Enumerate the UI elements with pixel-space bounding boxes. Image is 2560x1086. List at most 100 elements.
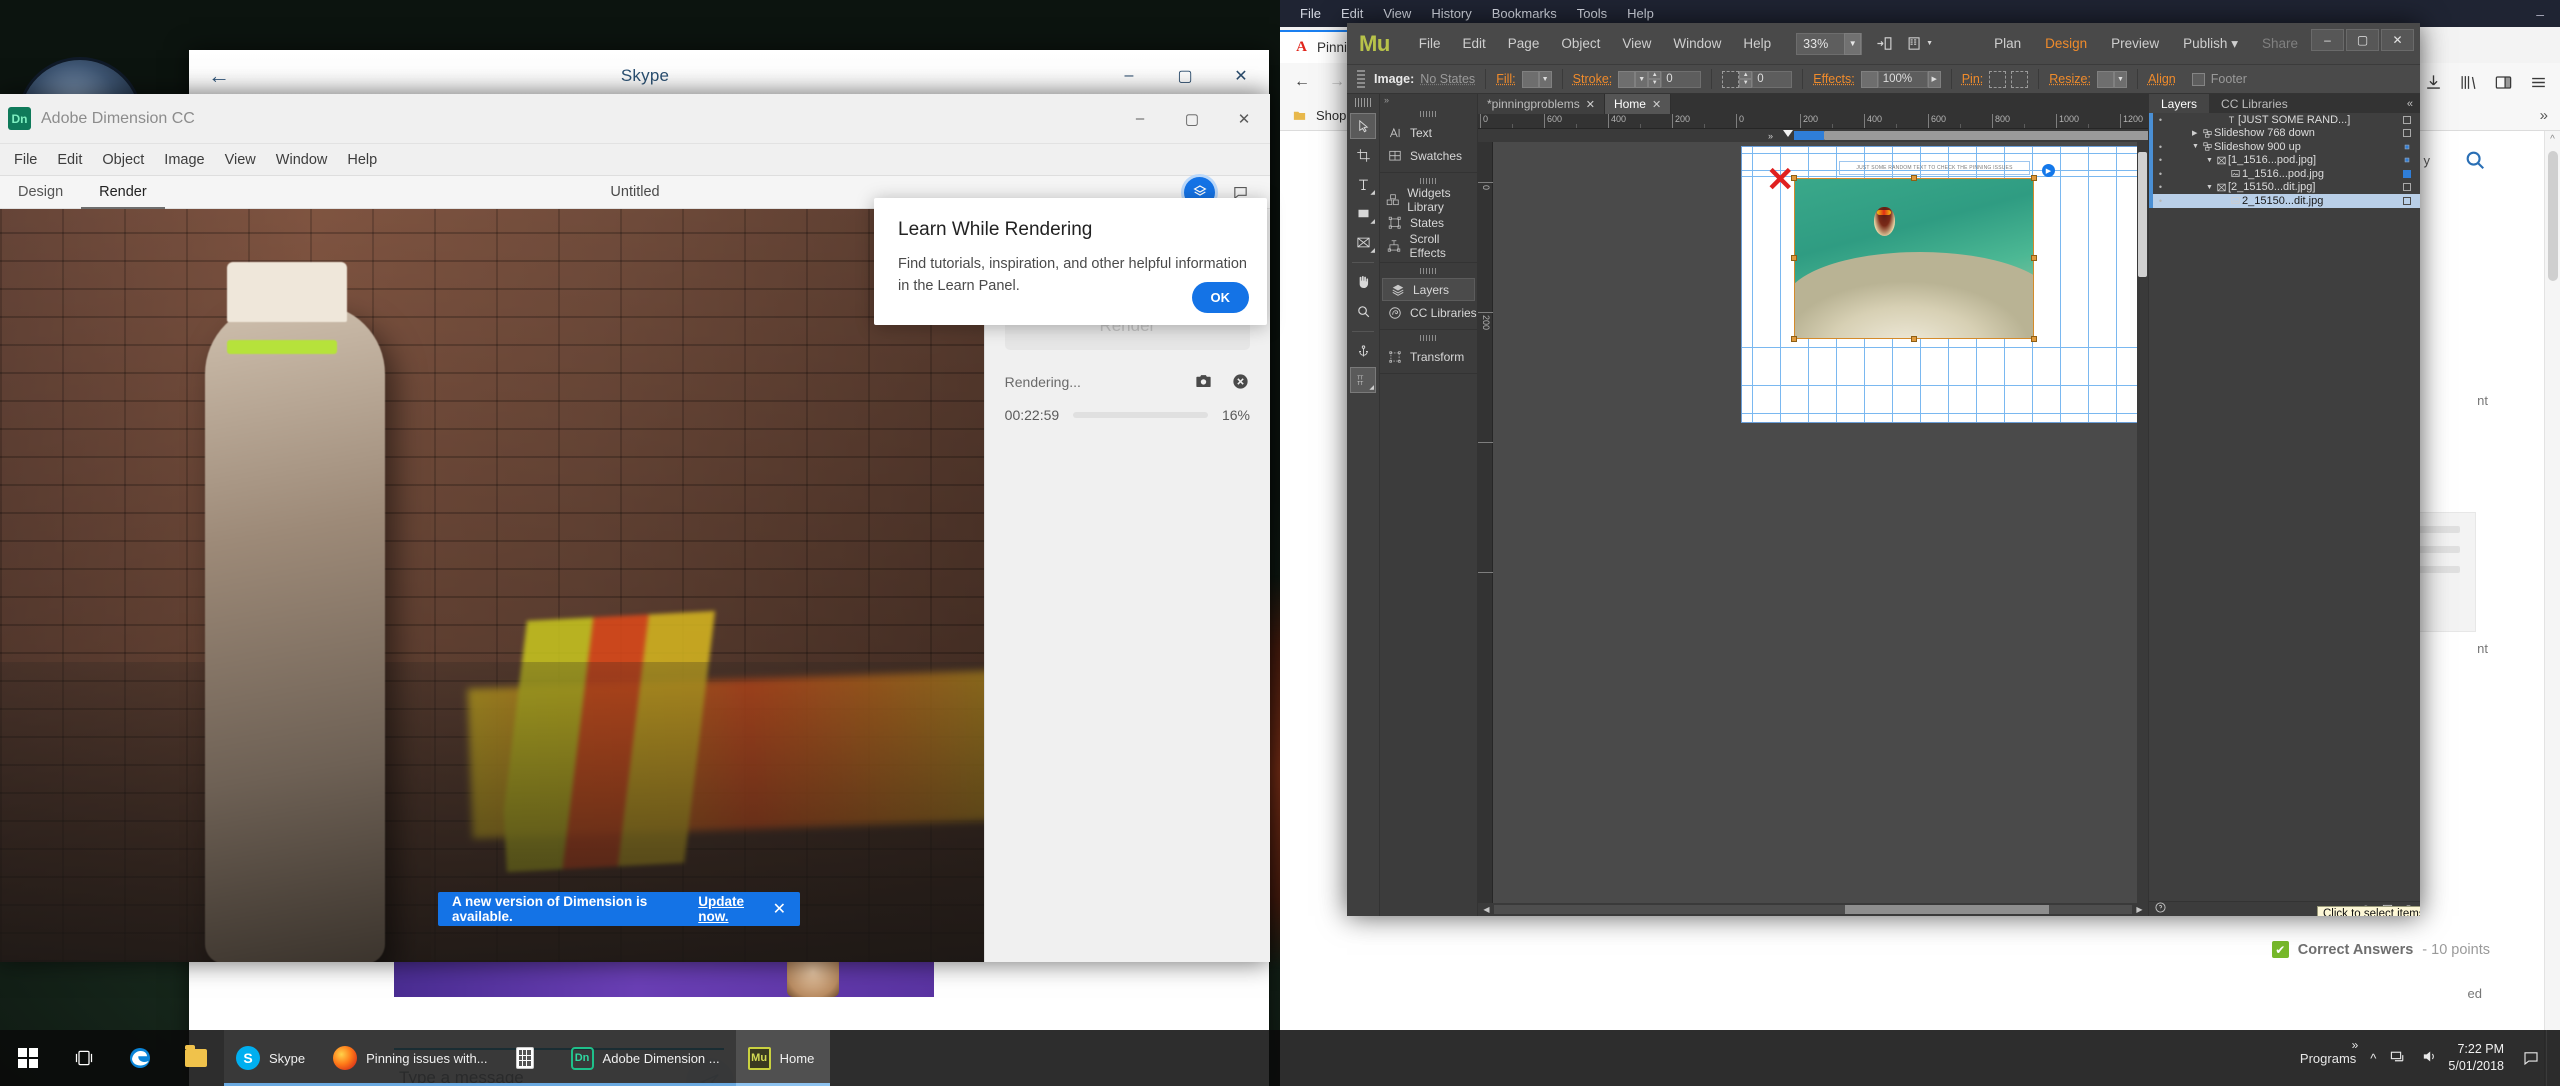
image-frame-tool-icon[interactable]: ◢ <box>1350 229 1376 255</box>
panel-scroll-effects[interactable]: Scroll Effects <box>1380 232 1477 260</box>
menu-edit[interactable]: Edit <box>47 144 92 176</box>
text-frame[interactable]: JUST SOME RANDOM TEXT TO CHECK THE PINNI… <box>1839 161 2030 175</box>
pin-label[interactable]: Pin: <box>1962 72 1984 86</box>
update-now-link[interactable]: Update now. <box>698 894 772 924</box>
effects-label[interactable]: Effects: <box>1813 72 1854 86</box>
menu-window[interactable]: Window <box>1662 36 1732 51</box>
menu-view[interactable]: View <box>215 144 266 176</box>
zoom-level-field[interactable]: 33% ▼ <box>1796 32 1863 55</box>
menu-file[interactable]: File <box>1408 36 1452 51</box>
layer-target-checkbox[interactable] <box>2403 169 2411 178</box>
canvas-vertical-scrollbar[interactable] <box>2137 142 2148 903</box>
layer-target-checkbox[interactable] <box>2403 183 2411 192</box>
effects-slider-icon[interactable]: ▶ <box>1927 70 1941 88</box>
layer-target-checkbox[interactable] <box>2403 129 2411 138</box>
close-icon[interactable]: ✕ <box>1652 98 1661 111</box>
update-notification-banner[interactable]: A new version of Dimension is available.… <box>438 892 800 926</box>
taskbar-app-firefox[interactable]: Pinning issues with... <box>321 1030 504 1086</box>
menu-help[interactable]: Help <box>1732 36 1782 51</box>
network-icon[interactable] <box>2390 1048 2407 1068</box>
doc-tab-home[interactable]: Home ✕ <box>1604 94 1672 114</box>
action-center-icon[interactable] <box>2516 1030 2546 1086</box>
menu-help[interactable]: Help <box>337 144 387 176</box>
stroke-width-field[interactable]: 0 <box>1661 70 1702 88</box>
resize-handle-bl[interactable] <box>1791 336 1797 342</box>
delete-layer-icon[interactable]: Click to select items <box>2317 904 2420 916</box>
windows-start-icon[interactable] <box>0 1030 56 1086</box>
corner-radius-field[interactable]: 0 <box>1752 70 1793 88</box>
panel-group-grip[interactable] <box>1420 111 1437 117</box>
image-states-value[interactable]: No States <box>1420 72 1475 86</box>
effects-swatch[interactable] <box>1860 70 1878 88</box>
minimize-button[interactable]: – <box>2311 29 2344 51</box>
mode-plan[interactable]: Plan <box>1994 36 2021 51</box>
text-tool-icon[interactable]: ◢ <box>1350 171 1376 197</box>
menu-object[interactable]: Object <box>92 144 154 176</box>
fill-label[interactable]: Fill: <box>1496 72 1515 86</box>
maximize-button[interactable]: ▢ <box>1166 94 1218 144</box>
page-nav-label[interactable]: y <box>2424 153 2431 168</box>
menu-page[interactable]: Page <box>1497 36 1551 51</box>
text-frame-options-icon[interactable]: TT TT ◢ <box>1350 367 1376 393</box>
rectangle-tool-icon[interactable]: ◢ <box>1350 200 1376 226</box>
fill-swatch[interactable] <box>1521 70 1539 88</box>
menu-edit[interactable]: Edit <box>1452 36 1497 51</box>
control-bar-grip[interactable] <box>1357 70 1365 88</box>
file-explorer-icon[interactable] <box>168 1030 224 1086</box>
new-page-icon[interactable] <box>1876 35 1893 52</box>
mode-publish[interactable]: Publish ▾ <box>2183 36 2238 52</box>
layer-target-checkbox[interactable] <box>2403 115 2411 124</box>
vertical-ruler[interactable]: 0 200 <box>1478 142 1493 903</box>
tab-layers[interactable]: Layers <box>2149 94 2210 113</box>
resize-handle-tr[interactable] <box>2031 175 2037 181</box>
horizontal-ruler[interactable]: 0 600 400 200 0 200 400 600 800 1000 120… <box>1478 114 2148 129</box>
bookmarks-overflow-icon[interactable]: » <box>2540 107 2548 124</box>
ok-button[interactable]: OK <box>1191 282 1249 313</box>
tray-chevron-icon[interactable]: ^ <box>2370 1051 2376 1066</box>
layer-name[interactable]: [2_15150...dit.jpg] <box>2228 181 2403 193</box>
anchor-tool-icon[interactable] <box>1350 338 1376 364</box>
programs-tray-label[interactable]: Programs » <box>2300 1038 2358 1066</box>
resize-handle-tc[interactable] <box>1911 175 1917 181</box>
collapse-panel-icon[interactable]: « <box>2407 98 2420 110</box>
twisty-icon[interactable]: ▼ <box>2206 157 2215 164</box>
table-row[interactable]: • T [JUST SOME RAND...] <box>2149 113 2420 127</box>
resize-dropdown-icon[interactable]: ▼ <box>2113 70 2127 88</box>
visibility-icon[interactable]: • <box>2153 115 2168 125</box>
camera-icon[interactable] <box>1194 372 1213 391</box>
taskbar-app-calculator[interactable] <box>503 1030 559 1086</box>
table-row[interactable]: • 1_1516...pod.jpg <box>2149 167 2420 181</box>
panel-group-grip[interactable] <box>1420 178 1437 184</box>
panel-widgets-library[interactable]: Widgets Library <box>1380 186 1477 214</box>
taskbar-app-dimension[interactable]: Dn Adobe Dimension ... <box>558 1030 736 1086</box>
stroke-swatch[interactable] <box>1618 70 1636 88</box>
adobe-muse-window[interactable]: Mu File Edit Page Object View Window Hel… <box>1347 23 2420 916</box>
page-scrollbar[interactable]: ^ <box>2544 131 2560 1086</box>
fill-dropdown-icon[interactable]: ▼ <box>1538 70 1552 88</box>
close-icon[interactable]: ✕ <box>773 899 786 919</box>
mode-design[interactable]: Design <box>2045 36 2087 51</box>
canvas-horizontal-scrollbar[interactable]: ◀ ▶ <box>1478 903 2148 916</box>
selected-image-frame[interactable] <box>1794 178 2034 339</box>
table-row[interactable]: ▶ Slideshow 768 down <box>2149 126 2420 140</box>
menu-file[interactable]: File <box>4 144 47 176</box>
taskbar-clock[interactable]: 7:22 PM 5/01/2018 <box>2448 1041 2516 1075</box>
twisty-icon[interactable]: ▼ <box>2206 184 2215 191</box>
scrollbar-thumb[interactable] <box>1844 905 2050 914</box>
layer-name[interactable]: Slideshow 900 up <box>2214 141 2403 153</box>
hamburger-menu-icon[interactable] <box>2526 73 2550 92</box>
stroke-width-stepper[interactable]: ▲ ▼ <box>1648 70 1662 88</box>
visibility-icon[interactable]: • <box>2153 169 2168 179</box>
table-row[interactable]: • ▼ [2_15150...dit.jpg] <box>2149 180 2420 194</box>
stroke-label[interactable]: Stroke: <box>1573 72 1613 86</box>
tab-cc-libraries[interactable]: CC Libraries <box>2209 94 2300 113</box>
sidebar-icon[interactable] <box>2491 73 2515 92</box>
table-row[interactable]: • ▼ Slideshow 900 up <box>2149 140 2420 154</box>
toolbox-grip[interactable] <box>1355 98 1371 107</box>
layer-name[interactable]: [JUST SOME RAND...] <box>2238 114 2403 126</box>
tray-overflow-icon[interactable]: » <box>2352 1038 2359 1052</box>
help-icon[interactable] <box>2155 902 2166 916</box>
edge-icon[interactable] <box>112 1030 168 1086</box>
panel-swatches[interactable]: Swatches <box>1380 144 1477 167</box>
taskbar-app-muse[interactable]: Mu Home <box>735 1030 831 1086</box>
